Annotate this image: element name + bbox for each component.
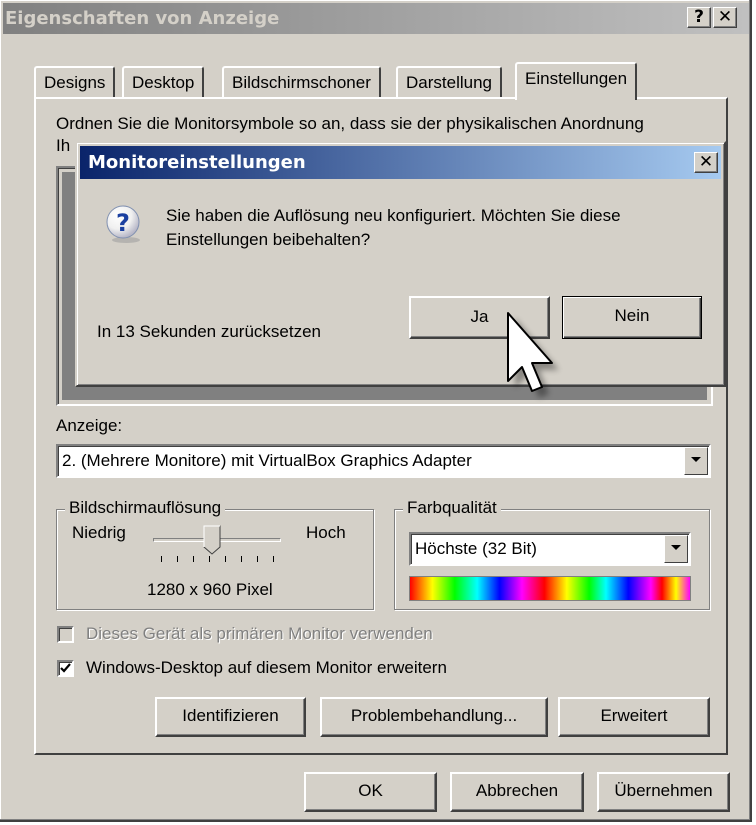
resolution-slider-thumb[interactable]: [203, 525, 221, 555]
tab-appearance[interactable]: Darstellung: [396, 66, 502, 98]
dialog-close-button[interactable]: ✕: [694, 152, 718, 173]
no-button[interactable]: Nein: [562, 296, 702, 339]
tab-desktop[interactable]: Desktop: [122, 66, 205, 98]
dialog-message-line2: Einstellungen beibehalten?: [166, 230, 371, 249]
display-label: Anzeige:: [56, 416, 123, 435]
dialog-message-line1: Sie haben die Auflösung neu konfiguriert…: [166, 206, 621, 225]
monitor-settings-dialog: Monitoreinstellungen ✕ ? Sie haben die A…: [75, 141, 726, 387]
troubleshoot-button[interactable]: Problembehandlung...: [320, 697, 548, 737]
identify-button[interactable]: Identifizieren: [155, 697, 306, 737]
tab-designs[interactable]: Designs: [34, 66, 116, 98]
instruction-text-continued: Ih: [56, 136, 71, 155]
chevron-down-icon[interactable]: [684, 447, 708, 475]
instruction-text: Ordnen Sie die Monitorsymbole so an, das…: [56, 114, 644, 133]
question-icon: ?: [104, 204, 144, 244]
display-select-value: 2. (Mehrere Monitore) mit VirtualBox Gra…: [62, 451, 472, 470]
primary-monitor-label: Dieses Gerät als primären Monitor verwen…: [86, 624, 433, 643]
extend-desktop-checkbox[interactable]: [57, 660, 74, 677]
resolution-group-label: Bildschirmauflösung: [65, 498, 226, 518]
low-label: Niedrig: [72, 523, 126, 542]
extend-desktop-label: Windows-Desktop auf diesem Monitor erwei…: [86, 658, 447, 677]
color-quality-group-label: Farbqualität: [403, 498, 501, 518]
svg-text:?: ?: [116, 209, 130, 237]
slider-tick: [257, 556, 258, 562]
tab-settings[interactable]: Einstellungen: [515, 62, 638, 100]
slider-tick: [193, 556, 194, 562]
high-label: Hoch: [306, 523, 346, 542]
dialog-title: Monitoreinstellungen: [88, 152, 306, 173]
checkmark-icon: [60, 663, 71, 673]
slider-tick: [209, 556, 210, 562]
help-button[interactable]: ?: [687, 7, 711, 28]
chevron-down-icon[interactable]: [664, 535, 688, 563]
window-titlebar[interactable]: Eigenschaften von Anzeige ? ✕: [3, 3, 749, 34]
display-select[interactable]: 2. (Mehrere Monitore) mit VirtualBox Gra…: [56, 444, 711, 478]
slider-tick: [225, 556, 226, 562]
slider-tick: [177, 556, 178, 562]
mouse-cursor-icon: [506, 311, 566, 406]
dialog-titlebar[interactable]: Monitoreinstellungen ✕: [80, 146, 721, 179]
slider-tick: [273, 556, 274, 562]
close-button[interactable]: ✕: [713, 7, 737, 28]
color-spectrum-preview: [409, 576, 691, 601]
countdown-text: In 13 Sekunden zurücksetzen: [97, 322, 321, 341]
tab-screensaver[interactable]: Bildschirmschoner: [222, 66, 381, 98]
advanced-button[interactable]: Erweitert: [558, 697, 710, 737]
cancel-button[interactable]: Abbrechen: [450, 772, 584, 812]
color-quality-select[interactable]: Höchste (32 Bit): [409, 532, 691, 566]
color-quality-value: Höchste (32 Bit): [415, 539, 537, 558]
slider-tick: [161, 556, 162, 562]
apply-button[interactable]: Übernehmen: [597, 772, 730, 812]
slider-tick: [241, 556, 242, 562]
resolution-value: 1280 x 960 Pixel: [147, 580, 273, 599]
ok-button[interactable]: OK: [304, 772, 437, 812]
window-title: Eigenschaften von Anzeige: [5, 8, 280, 29]
primary-monitor-checkbox[interactable]: [57, 626, 74, 643]
